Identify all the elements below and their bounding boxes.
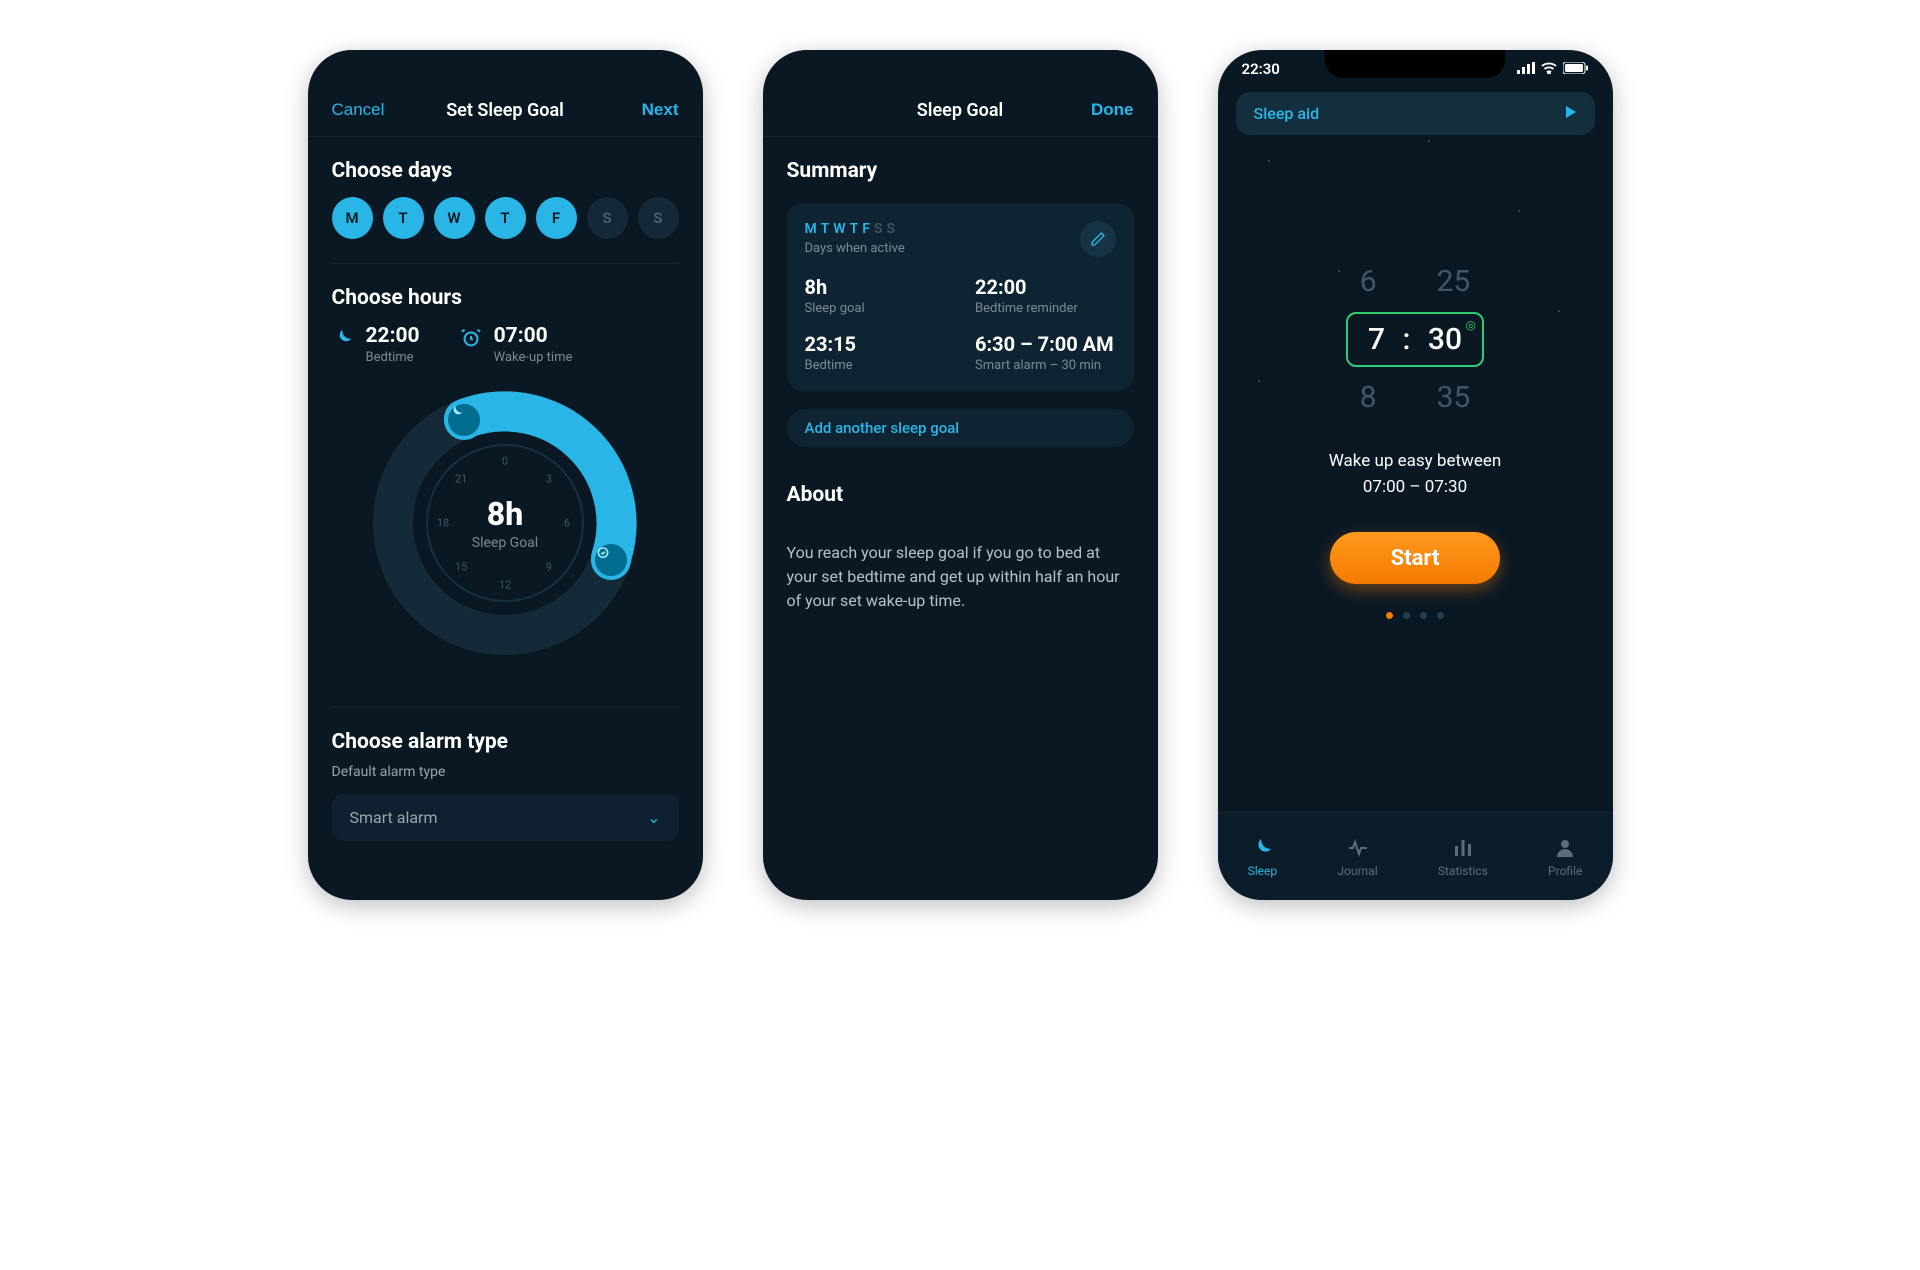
summary-section: Summary: [763, 137, 1158, 203]
stars-bg: [1218, 50, 1613, 900]
about-text: You reach your sleep goal if you go to b…: [763, 541, 1158, 613]
wakeup-knob[interactable]: [591, 540, 631, 580]
alarm-type-value: Smart alarm: [350, 808, 438, 827]
tab-journal[interactable]: Journal: [1337, 836, 1377, 878]
choose-hours-heading: Choose hours: [332, 286, 679, 310]
bedtime-reminder-label: Bedtime reminder: [975, 301, 1116, 316]
bedtime-reminder-value: 22:00: [975, 275, 1116, 299]
sleep-goal-label: Sleep goal: [805, 301, 946, 316]
sleep-goal-value: 8h: [805, 275, 946, 299]
day-chips-row: MTWTFSS: [332, 197, 679, 239]
edit-button[interactable]: [1080, 221, 1116, 257]
day-chip[interactable]: F: [536, 197, 577, 239]
days-line: MTWTFSS: [805, 221, 905, 237]
picker-selected[interactable]: 7 : 30 ◎: [1346, 312, 1484, 367]
choose-alarm-section: Choose alarm type Default alarm type: [308, 708, 703, 780]
bedtime-knob[interactable]: [444, 400, 484, 440]
screen-title: Sleep Goal: [917, 100, 1003, 121]
picker-prev: 6 25: [1360, 255, 1471, 307]
picker-next: 8 35: [1360, 371, 1471, 423]
notch: [1325, 50, 1505, 78]
choose-days-section: Choose days MTWTFSS: [308, 137, 703, 245]
day-chip[interactable]: T: [383, 197, 424, 239]
dial-tick: 12: [499, 579, 511, 592]
smart-alarm-label: Smart alarm – 30 min: [975, 358, 1116, 373]
day-chip[interactable]: W: [434, 197, 475, 239]
target-icon: ◎: [1466, 318, 1476, 332]
smart-alarm-cell: 6:30 – 7:00 AM Smart alarm – 30 min: [975, 332, 1116, 373]
tab-sleep[interactable]: Sleep: [1248, 836, 1278, 878]
bedtime-reminder-cell: 22:00 Bedtime reminder: [975, 275, 1116, 316]
days-active-label: Days when active: [805, 241, 905, 256]
wakeup-value: 07:00: [494, 324, 573, 348]
choose-hours-section: Choose hours 22:00 Bedtime: [308, 264, 703, 689]
smart-alarm-value: 6:30 – 7:00 AM: [975, 332, 1116, 356]
dial-tick: 9: [546, 560, 552, 573]
dial-label: Sleep Goal: [472, 535, 538, 551]
header: Sleep Goal Done: [763, 78, 1158, 137]
dial-value: 8h: [487, 495, 523, 533]
dial-tick: 3: [546, 473, 552, 486]
header: Cancel Set Sleep Goal Next: [308, 78, 703, 137]
summary-heading: Summary: [787, 159, 1134, 183]
day-chip[interactable]: S: [638, 197, 679, 239]
screen-title: Set Sleep Goal: [446, 100, 564, 121]
bedtime-value: 22:00: [366, 324, 420, 348]
sleep-goal-cell: 8h Sleep goal: [805, 275, 946, 316]
tab-statistics[interactable]: Statistics: [1438, 836, 1488, 878]
add-another-goal-button[interactable]: Add another sleep goal: [787, 409, 1134, 447]
tab-profile[interactable]: Profile: [1548, 836, 1582, 878]
bedtime-value: 23:15: [805, 332, 946, 356]
dial-tick: 6: [564, 517, 570, 530]
bedtime-cell: 23:15 Bedtime: [805, 332, 946, 373]
pulse-icon: [1346, 836, 1370, 860]
wakeup-block: 07:00 Wake-up time: [460, 324, 573, 365]
summary-card: MTWTFSS Days when active 8h Sleep goal 2…: [787, 203, 1134, 391]
sleep-dial[interactable]: 8h Sleep Goal 0 3 6 9 12 15 18 21: [365, 383, 645, 663]
default-alarm-label: Default alarm type: [332, 764, 679, 780]
cancel-button[interactable]: Cancel: [332, 100, 385, 120]
day-chip[interactable]: S: [587, 197, 628, 239]
choose-alarm-heading: Choose alarm type: [332, 730, 679, 754]
dial-tick: 18: [437, 517, 449, 530]
chevron-down-icon: ⌄: [647, 808, 660, 827]
screen-sleep-goal-summary: Sleep Goal Done Summary MTWTFSS Days whe…: [763, 50, 1158, 900]
dial-tick: 21: [455, 473, 467, 486]
moon-icon: [332, 327, 354, 353]
dial-tick: 15: [455, 560, 467, 573]
dial-tick: 0: [502, 455, 508, 468]
about-heading: About: [787, 483, 1134, 507]
day-chip[interactable]: M: [332, 197, 373, 239]
pencil-icon: [1090, 231, 1106, 247]
alarm-type-dropdown[interactable]: Smart alarm ⌄: [332, 794, 679, 841]
alarm-icon: [460, 327, 482, 353]
tab-bar: Sleep Journal Statistics Profile: [1218, 812, 1613, 900]
bedtime-label: Bedtime: [366, 350, 420, 365]
bedtime-label: Bedtime: [805, 358, 946, 373]
done-button[interactable]: Done: [1091, 100, 1134, 120]
screen-set-sleep-goal: Cancel Set Sleep Goal Next Choose days M…: [308, 50, 703, 900]
bedtime-block: 22:00 Bedtime: [332, 324, 420, 365]
bars-icon: [1451, 836, 1475, 860]
wakeup-label: Wake-up time: [494, 350, 573, 365]
time-picker[interactable]: 6 25 7 : 30 ◎ 8 35: [1218, 255, 1613, 423]
day-chip[interactable]: T: [485, 197, 526, 239]
person-icon: [1553, 836, 1577, 860]
next-button[interactable]: Next: [642, 100, 679, 120]
choose-days-heading: Choose days: [332, 159, 679, 183]
screen-alarm-home: 22:30 Sleep aid: [1218, 50, 1613, 900]
about-section: About: [763, 461, 1158, 527]
moon-icon: [1250, 836, 1274, 860]
